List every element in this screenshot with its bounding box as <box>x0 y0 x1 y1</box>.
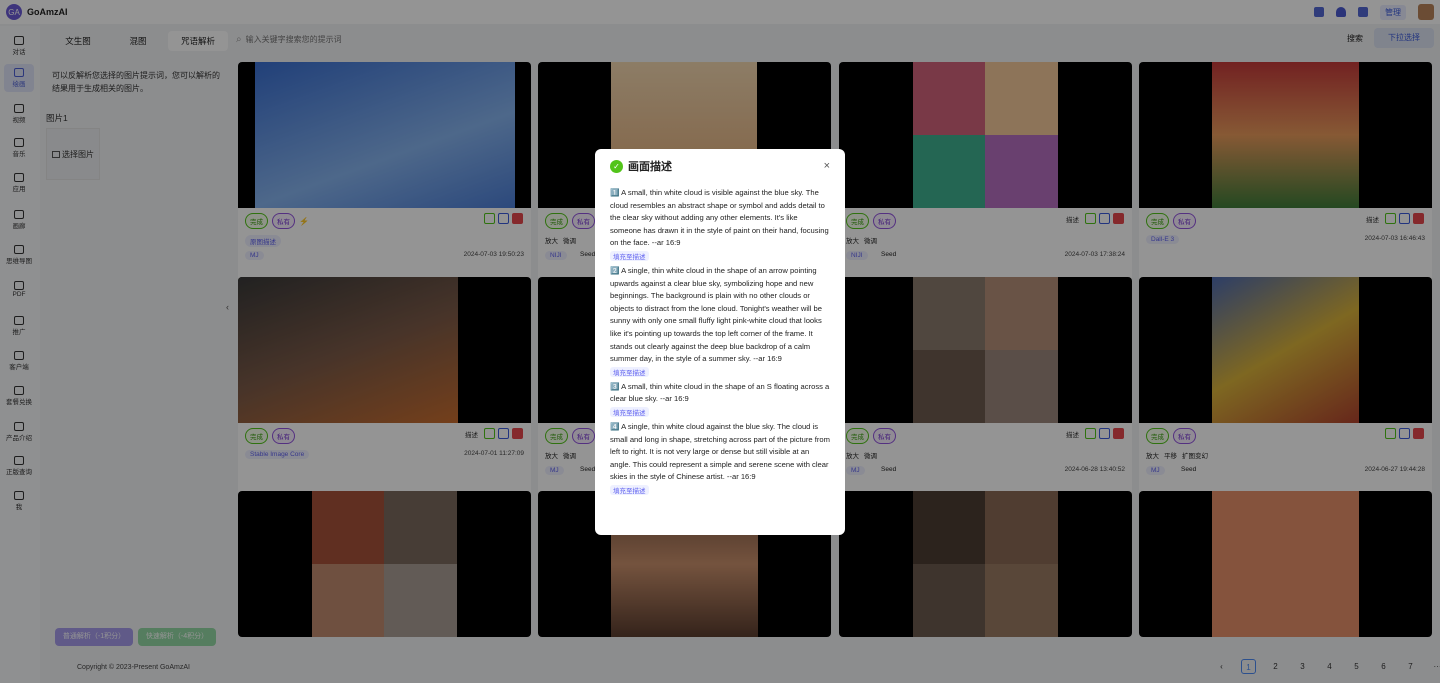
description-item: 1️⃣ A small, thin white cloud is visible… <box>610 188 829 248</box>
fill-to-prompt-button[interactable]: 填充至描述 <box>610 406 649 417</box>
description-item: 4️⃣ A single, thin white cloud against t… <box>610 421 830 482</box>
modal-body: 1️⃣ A small, thin white cloud is visible… <box>610 187 830 499</box>
fill-to-prompt-button[interactable]: 填充至描述 <box>610 250 649 261</box>
description-modal: ✓ 画面描述 × 1️⃣ A small, thin white cloud i… <box>595 149 845 535</box>
close-icon[interactable]: × <box>824 160 830 172</box>
description-item: 3️⃣ A small, thin white cloud in the sha… <box>610 381 830 404</box>
modal-title: 画面描述 <box>628 161 672 173</box>
fill-to-prompt-button[interactable]: 填充至描述 <box>610 366 649 377</box>
description-item: 2️⃣ A single, thin white cloud in the sh… <box>610 265 822 364</box>
check-circle-icon: ✓ <box>610 159 623 173</box>
fill-to-prompt-button[interactable]: 填充至描述 <box>610 484 649 495</box>
